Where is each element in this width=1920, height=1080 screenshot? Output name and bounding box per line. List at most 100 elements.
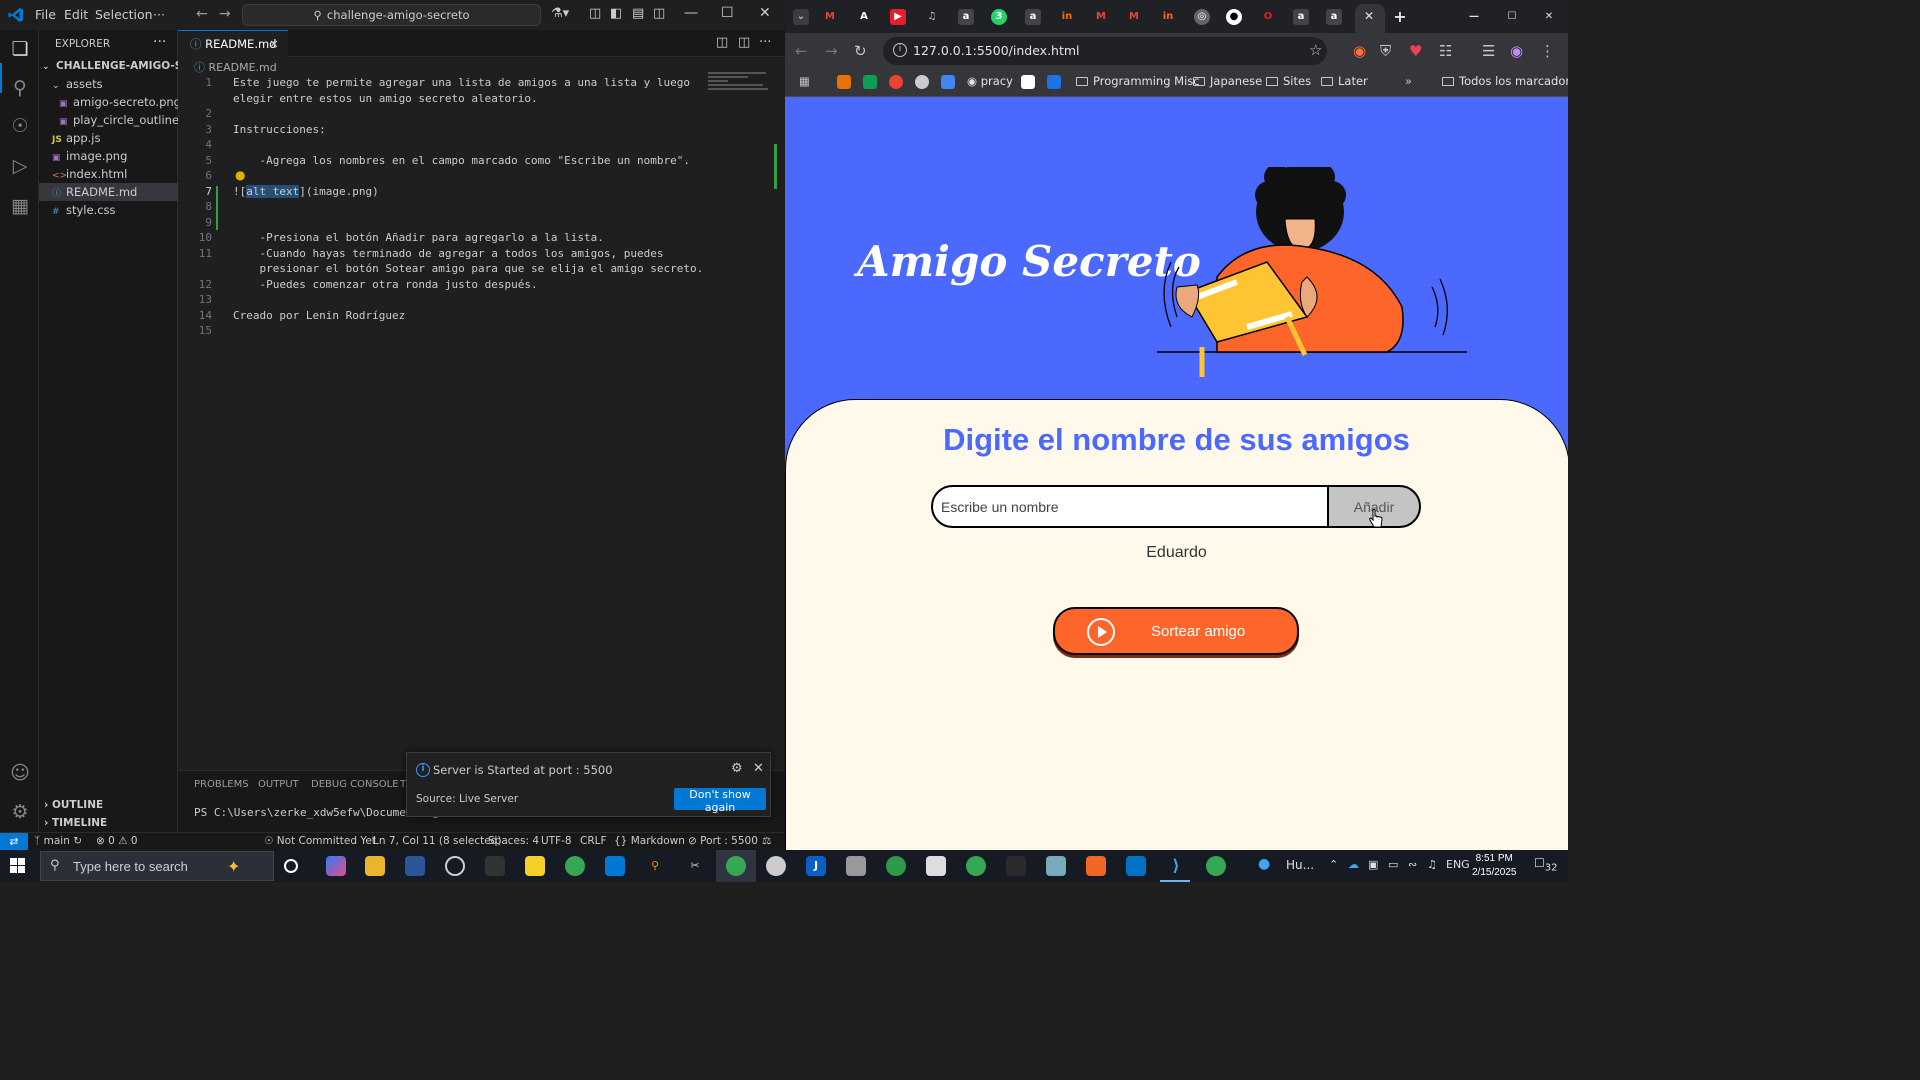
close-tab-icon[interactable]: ✕	[269, 31, 279, 57]
extension-icon[interactable]: ◉	[1353, 42, 1366, 60]
tree-folder-assets[interactable]: ⌄ assets	[39, 75, 178, 93]
tab-search-icon[interactable]: ⌄	[793, 9, 809, 25]
tree-file-play-circle[interactable]: ▣ play_circle_outline.p...	[39, 111, 178, 129]
tree-file-app-js[interactable]: JS app.js	[39, 129, 178, 147]
toggle-sidebar-icon[interactable]: ◧	[610, 6, 622, 21]
tab-problems[interactable]: PROBLEMS	[194, 779, 249, 790]
dont-show-again-button[interactable]: Don't show again	[674, 788, 766, 814]
bookmark-pracy[interactable]: ◉ pracy	[967, 74, 1013, 88]
timeline-section[interactable]: › TIMELINE	[39, 814, 178, 832]
sticky-notes-icon[interactable]	[525, 856, 545, 876]
forward-arrow-icon[interactable]: →	[825, 42, 838, 60]
bookmark-folder-programming[interactable]: Programming Misc	[1076, 74, 1200, 88]
app-icon[interactable]	[485, 856, 505, 876]
gear-icon[interactable]: ⚙	[731, 761, 743, 776]
bookmark-white-icon[interactable]	[1021, 75, 1035, 89]
input-language[interactable]: ENG	[1446, 858, 1470, 871]
battery-icon[interactable]: ▭	[1388, 858, 1398, 871]
more-actions-icon[interactable]: ···	[153, 34, 166, 50]
extensions-puzzle-icon[interactable]: ☷	[1439, 42, 1452, 60]
taskbar-clock[interactable]: 8:51 PM 2/15/2025	[1472, 852, 1517, 880]
bookmark-jisho-icon[interactable]	[1047, 75, 1061, 89]
chrome-icon[interactable]	[1206, 856, 1226, 876]
bookmark-folder-all[interactable]: Todos los marcadores	[1442, 74, 1568, 88]
settings-gear-icon[interactable]: ⚙	[8, 800, 32, 824]
bookmark-app-icon[interactable]	[837, 75, 851, 89]
app-j-icon[interactable]: J	[806, 856, 826, 876]
maximize-icon[interactable]: ☐	[721, 5, 734, 21]
copilot-icon[interactable]	[326, 856, 346, 876]
close-window-icon[interactable]: ✕	[759, 5, 771, 21]
code-line[interactable]: -Presiona el botón Añadir para agregarlo…	[233, 231, 603, 244]
layout-customize-icon[interactable]: ◫	[589, 6, 601, 21]
friend-name-input[interactable]	[931, 485, 1335, 528]
indentation-status[interactable]: Spaces: 4	[488, 835, 539, 847]
new-tab-icon[interactable]: +	[1392, 9, 1408, 25]
tree-file-style-css[interactable]: # style.css	[39, 201, 178, 219]
sheets-icon[interactable]	[863, 75, 877, 89]
remote-indicator-icon[interactable]: ⇄	[0, 833, 28, 851]
opera-icon[interactable]: O	[1260, 9, 1276, 25]
media-icon[interactable]: ☰	[1482, 42, 1495, 60]
branch-status[interactable]: ᛉ main ↻	[34, 835, 82, 847]
code-line-selected[interactable]: ![alt text](image.png)	[233, 184, 379, 198]
bookmark-folder-sites[interactable]: Sites	[1266, 74, 1311, 88]
code-line[interactable]: -Cuando hayas terminado de agregar a tod…	[233, 247, 663, 260]
tab-in-icon[interactable]: in	[1160, 9, 1176, 25]
close-window-icon[interactable]: ✕	[1541, 9, 1557, 25]
split-editor-icon[interactable]: ◫	[738, 35, 750, 50]
cortana-icon[interactable]	[284, 859, 298, 873]
minimize-icon[interactable]: —	[1466, 9, 1482, 25]
bookmark-red-icon[interactable]	[889, 75, 903, 89]
app-icon[interactable]	[766, 856, 786, 876]
search-icon[interactable]: ⚲	[8, 76, 32, 100]
store-icon[interactable]	[605, 856, 625, 876]
code-line[interactable]: presionar el botón Sotear amigo para que…	[233, 262, 703, 275]
tree-file-readme[interactable]: ⓘ README.md	[39, 183, 178, 201]
close-icon[interactable]: ✕	[753, 761, 764, 776]
chrome-menu-icon[interactable]: ⋮	[1540, 42, 1555, 60]
weather-icon[interactable]: ●	[1258, 856, 1270, 872]
tab-a-icon[interactable]: a	[1293, 9, 1309, 25]
address-bar[interactable]: i 127.0.0.1:5500/index.html ☆	[883, 37, 1327, 65]
maximize-icon[interactable]: ☐	[1504, 9, 1520, 25]
notification-center-icon[interactable]: ☐32	[1534, 856, 1558, 873]
tree-file-amigo-secreto[interactable]: ▣ amigo-secreto.png	[39, 93, 178, 111]
tab-a-icon[interactable]: a	[958, 9, 974, 25]
lightbulb-icon[interactable]: ●	[235, 168, 245, 182]
bookmark-folder-later[interactable]: Later	[1321, 74, 1368, 88]
tray-chevron-icon[interactable]: ⌃	[1329, 858, 1338, 871]
eol-status[interactable]: CRLF	[580, 835, 607, 847]
app-icon[interactable]	[1006, 856, 1026, 876]
gmail-icon[interactable]: M	[822, 9, 838, 25]
tab-output[interactable]: OUTPUT	[258, 779, 299, 790]
taskbar-search[interactable]: ⚲ Type here to search ✦	[40, 851, 274, 881]
explorer-icon[interactable]: ❏	[8, 37, 32, 61]
bookmark-blue-icon[interactable]	[941, 75, 955, 89]
vscode-icon[interactable]: ⟩	[1166, 856, 1186, 876]
obs-icon[interactable]	[445, 856, 465, 876]
volume-icon[interactable]: ♫	[1427, 858, 1437, 871]
app-icon[interactable]	[846, 856, 866, 876]
chrome-icon[interactable]	[726, 856, 746, 876]
breadcrumb[interactable]: ⓘ README.md	[194, 59, 277, 75]
bell-icon[interactable]: ⚖	[762, 835, 771, 847]
more-actions-icon[interactable]: ···	[759, 35, 771, 50]
file-explorer-icon[interactable]	[365, 856, 385, 876]
youtube-icon[interactable]: ▶	[890, 9, 906, 25]
live-server-status[interactable]: ⊘ Port : 5500	[688, 835, 758, 847]
tab-a-icon[interactable]: a	[1025, 9, 1041, 25]
minimize-icon[interactable]: —	[684, 5, 698, 21]
run-debug-icon[interactable]: ▷	[8, 154, 32, 178]
terminal-prompt[interactable]: PS C:\Users\zerke_xdw5efw\Documents\g	[194, 806, 439, 819]
problems-status[interactable]: ⊗ 0 ⚠ 0	[96, 835, 138, 847]
weather-label[interactable]: Hu...	[1286, 858, 1314, 872]
wifi-icon[interactable]: ∾	[1408, 858, 1417, 871]
cursor-position[interactable]: Ln 7, Col 11 (8 selected)	[373, 835, 501, 847]
shield-icon[interactable]: ⛨	[1380, 42, 1391, 60]
language-status[interactable]: {} Markdown	[614, 835, 685, 847]
tree-file-image-png[interactable]: ▣ image.png	[39, 147, 178, 165]
back-arrow-icon[interactable]: ←	[196, 6, 208, 22]
url-text[interactable]: 127.0.0.1:5500/index.html	[913, 43, 1080, 58]
app-icon[interactable]	[1046, 856, 1066, 876]
